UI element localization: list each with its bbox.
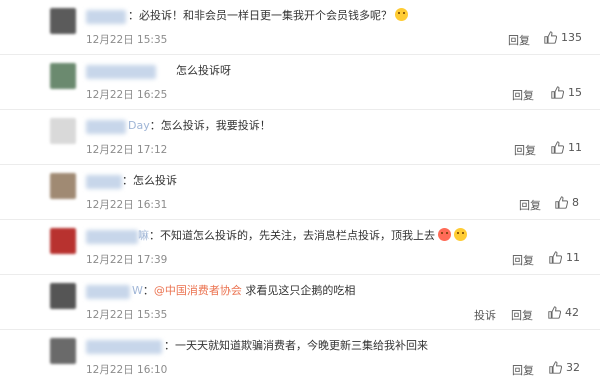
reply-button[interactable]: 回复: [512, 362, 534, 378]
comment-time: 12月22日 17:12: [86, 144, 168, 156]
like-count: 15: [568, 86, 582, 99]
comment-item: ：怎么投诉 12月22日 16:31 回复 8: [0, 165, 600, 220]
comment-item: ：必投诉！和非会员一样日更一集我开个会员钱多呢？ 12月22日 15:35 回复…: [0, 0, 600, 55]
comment-text: ：一天天就知道欺骗消费者，今晚更新三集给我补回来: [164, 338, 428, 354]
comment-body: ：怎么投诉，我要投诉！: [149, 119, 271, 132]
comment-time: 12月22日 15:35: [86, 309, 168, 321]
like-button[interactable]: 15: [551, 86, 582, 99]
comment-text: 嘛：不知道怎么投诉的，先关注，去消息栏点投诉，顶我上去: [138, 228, 467, 244]
thumbs-up-icon: [548, 306, 561, 319]
avatar[interactable]: [50, 118, 76, 144]
like-button[interactable]: 135: [544, 31, 582, 44]
comment-body: 求看见这只企鹅的吃相: [241, 284, 356, 297]
like-count: 11: [566, 251, 580, 264]
comment-time: 12月22日 15:35: [86, 34, 168, 46]
comment-item: 嘛：不知道怎么投诉的，先关注，去消息栏点投诉，顶我上去 12月22日 17:39…: [0, 220, 600, 275]
comment-time: 12月22日 16:10: [86, 364, 168, 376]
like-button[interactable]: 11: [551, 141, 582, 154]
comment-text: ：怎么投诉: [122, 173, 177, 189]
like-count: 135: [561, 31, 582, 44]
comment-body: 怎么投诉呀: [176, 64, 231, 77]
reply-button[interactable]: 回复: [512, 252, 534, 268]
comment-text: ：必投诉！和非会员一样日更一集我开个会员钱多呢？: [128, 8, 408, 24]
reply-button[interactable]: 回复: [514, 142, 536, 158]
username-blurred[interactable]: [86, 10, 126, 24]
mention-link[interactable]: @中国消费者协会: [154, 284, 242, 297]
thumbs-up-icon: [555, 196, 568, 209]
crying-laughing-emoji-icon: [454, 228, 467, 241]
comment-body: ：怎么投诉: [122, 174, 177, 187]
username-visible-part[interactable]: W: [132, 284, 143, 297]
avatar[interactable]: [50, 63, 76, 89]
username-blurred[interactable]: [86, 285, 130, 299]
like-count: 42: [565, 306, 579, 319]
avatar[interactable]: [50, 8, 76, 34]
username-blurred[interactable]: [86, 230, 138, 244]
comment-body: ：不知道怎么投诉的，先关注，去消息栏点投诉，顶我上去: [149, 229, 435, 242]
comment-item: 怎么投诉呀 12月22日 16:25 回复 15: [0, 55, 600, 110]
comment-text: W：@中国消费者协会 求看见这只企鹅的吃相: [132, 284, 356, 297]
username-blurred[interactable]: [86, 340, 162, 354]
avatar[interactable]: [50, 338, 76, 364]
username-blurred[interactable]: [86, 65, 156, 79]
avatar[interactable]: [50, 173, 76, 199]
comment-item: ：一天天就知道欺骗消费者，今晚更新三集给我补回来 12月22日 16:10 回复…: [0, 330, 600, 385]
comment-text: Day：怎么投诉，我要投诉！: [128, 118, 271, 134]
comment-time: 12月22日 16:31: [86, 199, 168, 211]
like-count: 8: [572, 196, 579, 209]
comment-time: 12月22日 16:25: [86, 89, 168, 101]
like-button[interactable]: 42: [548, 306, 579, 319]
username-visible-part[interactable]: 嘛: [138, 229, 149, 242]
reply-button[interactable]: 回复: [519, 197, 541, 213]
laughing-emoji-icon: [438, 228, 451, 241]
reply-button[interactable]: 回复: [511, 307, 533, 323]
username-blurred[interactable]: [86, 175, 122, 189]
username-blurred[interactable]: [86, 120, 126, 134]
username-visible-part[interactable]: Day: [128, 119, 150, 132]
like-button[interactable]: 32: [549, 361, 580, 374]
thumbs-up-icon: [544, 31, 557, 44]
avatar[interactable]: [50, 228, 76, 254]
reply-button[interactable]: 回复: [512, 87, 534, 103]
reply-button[interactable]: 回复: [508, 32, 530, 48]
avatar[interactable]: [50, 283, 76, 309]
thumbs-up-icon: [551, 86, 564, 99]
comment-body: ：一天天就知道欺骗消费者，今晚更新三集给我补回来: [164, 339, 428, 352]
comment-body: ：必投诉！和非会员一样日更一集我开个会员钱多呢？: [128, 9, 392, 22]
thumbs-up-icon: [549, 251, 562, 264]
thumbs-up-icon: [551, 141, 564, 154]
like-button[interactable]: 8: [555, 196, 579, 209]
like-count: 32: [566, 361, 580, 374]
comment-item: W：@中国消费者协会 求看见这只企鹅的吃相 12月22日 15:35 投诉 回复…: [0, 275, 600, 330]
comment-item: Day：怎么投诉，我要投诉！ 12月22日 17:12 回复 11: [0, 110, 600, 165]
comment-text: 怎么投诉呀: [176, 63, 231, 79]
like-count: 11: [568, 141, 582, 154]
comment-time: 12月22日 17:39: [86, 254, 168, 266]
thumbs-up-icon: [549, 361, 562, 374]
crying-emoji-icon: [395, 8, 408, 21]
like-button[interactable]: 11: [549, 251, 580, 264]
report-button[interactable]: 投诉: [474, 307, 496, 323]
